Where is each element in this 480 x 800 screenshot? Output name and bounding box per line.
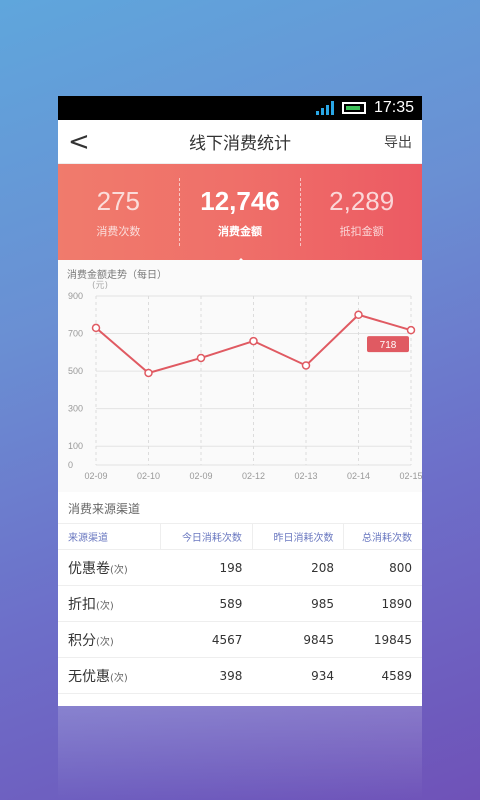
reflection xyxy=(58,706,422,800)
x-tick-label: 02-09 xyxy=(84,471,107,481)
table-row[interactable]: 折扣(次) 589 985 1890 xyxy=(58,585,422,622)
x-tick-label: 02-09 xyxy=(189,471,212,481)
data-point xyxy=(91,323,101,333)
stat-value: 2,289 xyxy=(329,185,395,216)
row-total: 800 xyxy=(343,549,422,586)
table-row[interactable]: 积分(次) 4567 9845 19845 xyxy=(58,621,422,658)
data-point xyxy=(354,310,363,320)
data-point xyxy=(196,353,206,363)
data-point xyxy=(301,361,311,370)
row-yesterday: 9845 xyxy=(252,621,344,658)
row-total: 4589 xyxy=(343,657,422,694)
line-chart: 0 100 300 500 700 900 02-09 02-10 02-09 02-12 02-1… xyxy=(68,291,422,481)
y-tick-label: 300 xyxy=(68,404,83,414)
row-total: 19845 xyxy=(343,621,422,658)
x-tick-label: 02-14 xyxy=(347,471,370,481)
table-row[interactable]: 优惠卷(次) 198 208 800 xyxy=(58,549,422,586)
row-yesterday: 985 xyxy=(252,585,344,622)
row-today: 198 xyxy=(160,549,253,586)
row-today: 398 xyxy=(160,657,253,694)
y-tick-label: 0 xyxy=(68,460,73,470)
status-bar: 17:35 xyxy=(58,96,422,120)
stat-label: 消费金额 xyxy=(218,224,262,238)
row-yesterday: 934 xyxy=(252,657,344,694)
row-name: 无优惠 xyxy=(68,668,110,685)
x-tick-label: 02-10 xyxy=(137,471,160,481)
data-point xyxy=(406,325,416,335)
x-tick-label: 02-12 xyxy=(242,471,265,481)
navigation-bar: < 线下消费统计 导出 xyxy=(58,120,422,164)
stats-panel: 275 消费次数 12,746 消费金额 2,289 抵扣金额 xyxy=(58,164,422,266)
table-header-row: 来源渠道 今日消耗次数 昨日消耗次数 总消耗次数 xyxy=(58,523,422,550)
stat-label: 抵扣金额 xyxy=(339,224,384,238)
export-button[interactable]: 导出 xyxy=(372,132,412,152)
row-unit: (次) xyxy=(96,600,114,612)
row-unit: (次) xyxy=(110,672,128,684)
row-name: 折扣 xyxy=(68,596,96,613)
battery-icon xyxy=(341,102,366,114)
header-source: 来源渠道 xyxy=(58,523,161,550)
header-yesterday: 昨日消耗次数 xyxy=(251,523,344,550)
row-total: 1890 xyxy=(343,585,422,622)
row-name: 优惠卷 xyxy=(68,560,110,577)
page-title: 线下消费统计 xyxy=(189,134,291,154)
row-today: 4567 xyxy=(160,621,253,658)
table-row[interactable]: 无优惠(次) 398 934 4589 xyxy=(58,657,422,694)
y-tick-label: 100 xyxy=(68,441,83,451)
x-tick-label: 02-13 xyxy=(294,471,317,481)
y-tick-label: 500 xyxy=(68,366,83,376)
row-yesterday: 208 xyxy=(252,549,344,586)
stat-consume-amount[interactable]: 12,746 消费金额 xyxy=(178,178,301,246)
source-section-title: 消费来源渠道 xyxy=(68,502,141,516)
status-time: 17:35 xyxy=(373,99,414,116)
stat-consume-count[interactable]: 275 消费次数 xyxy=(58,164,179,260)
row-unit: (次) xyxy=(110,564,128,576)
y-tick-label: 700 xyxy=(68,329,83,339)
data-point xyxy=(249,336,258,346)
signal-icon xyxy=(315,101,334,115)
y-tick-label: 900 xyxy=(68,291,83,301)
source-table: 来源渠道 今日消耗次数 昨日消耗次数 总消耗次数 优惠卷(次) 198 208 … xyxy=(58,523,422,694)
row-today: 589 xyxy=(160,585,253,622)
stat-deduct-amount[interactable]: 2,289 抵扣金额 xyxy=(300,178,422,246)
header-total: 总消耗次数 xyxy=(343,523,422,550)
row-unit: (次) xyxy=(96,636,114,648)
header-today: 今日消耗次数 xyxy=(160,523,253,550)
data-point xyxy=(144,368,153,378)
x-tick-label: 02-15 xyxy=(399,471,422,481)
stat-label: 消费次数 xyxy=(96,224,141,238)
phone-screen: 17:35 < 线下消费统计 导出 275 消费次数 12,746 消费金额 2… xyxy=(58,96,422,706)
value-callout-label: 718 xyxy=(380,340,397,351)
back-icon[interactable]: < xyxy=(68,127,108,157)
stat-value: 12,746 xyxy=(200,185,280,216)
trend-chart: 消费金额走势（每日） (元) 0 100 300 500 700 900 02-09 02-1… xyxy=(58,260,422,492)
stat-value: 275 xyxy=(96,185,141,216)
row-name: 积分 xyxy=(68,632,96,649)
